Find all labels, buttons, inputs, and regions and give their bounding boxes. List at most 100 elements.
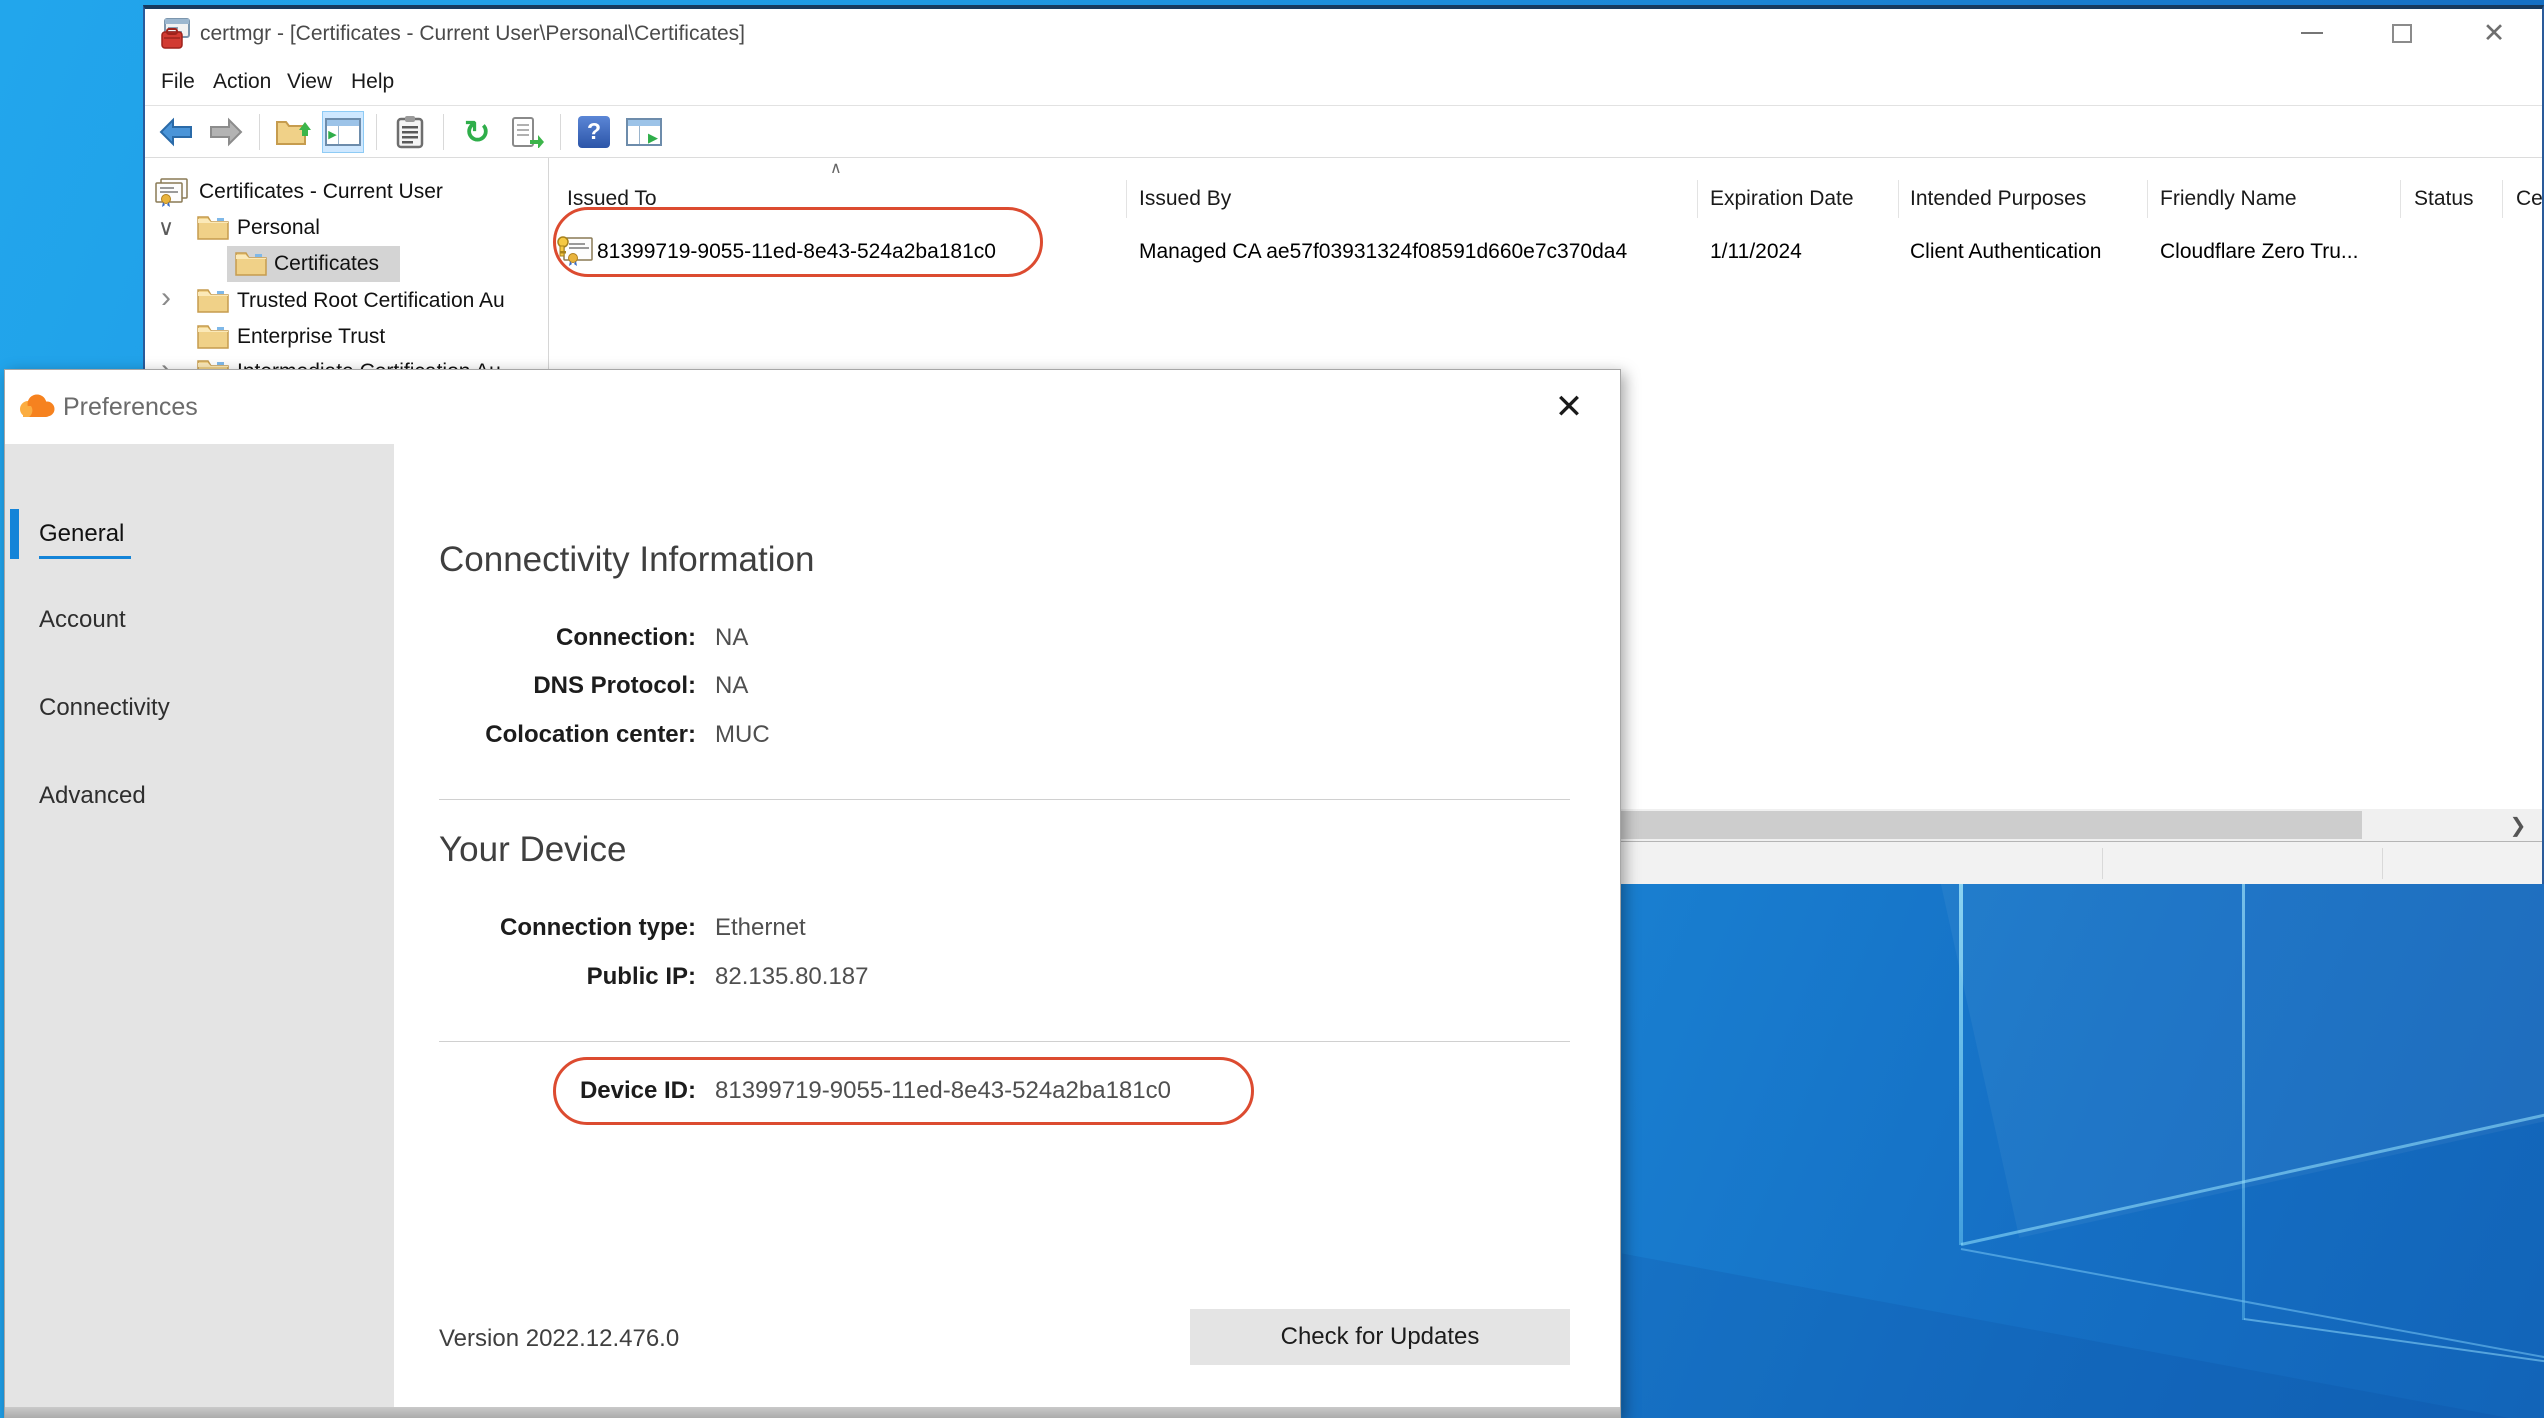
menu-help[interactable]: Help bbox=[345, 59, 400, 105]
certmgr-menubar: File Action View Help bbox=[145, 59, 2542, 106]
selected-tab-underline bbox=[39, 556, 131, 559]
toolbar-separator bbox=[443, 114, 444, 150]
folder-up-icon bbox=[275, 116, 311, 148]
column-separator[interactable] bbox=[2400, 180, 2401, 218]
menu-view[interactable]: View bbox=[281, 59, 338, 105]
tree-root-certificates-current-user[interactable]: Certificates - Current User bbox=[145, 174, 549, 210]
tree-item-label: Personal bbox=[237, 216, 320, 240]
column-separator[interactable] bbox=[1697, 180, 1698, 218]
chevron-right-icon[interactable]: › bbox=[153, 281, 179, 315]
back-arrow-icon bbox=[158, 117, 194, 147]
tree-item-trusted-root[interactable]: › Trusted Root Certification Au bbox=[145, 283, 549, 319]
toolbar-separator bbox=[259, 114, 260, 150]
cell-issued-by: Managed CA ae57f03931324f08591d660e7c370… bbox=[1139, 220, 1627, 284]
minimize-button[interactable] bbox=[2284, 9, 2340, 57]
wallpaper-shade bbox=[1907, 884, 2544, 1238]
section-divider bbox=[439, 1041, 1570, 1042]
certmgr-toolbar: ▶ ↻ bbox=[145, 106, 2542, 158]
tree-item-label: Certificates bbox=[274, 252, 379, 276]
close-icon: ✕ bbox=[2483, 20, 2506, 47]
check-for-updates-button[interactable]: Check for Updates bbox=[1190, 1309, 1570, 1365]
annotation-oval-issued-to bbox=[553, 207, 1043, 277]
column-header-intended-purposes[interactable]: Intended Purposes bbox=[1910, 178, 2086, 220]
certmgr-titlebar[interactable]: certmgr - [Certificates - Current User\P… bbox=[145, 9, 2542, 59]
close-icon: ✕ bbox=[1555, 387, 1584, 427]
column-separator[interactable] bbox=[1126, 180, 1127, 218]
maximize-button[interactable] bbox=[2374, 9, 2430, 57]
column-separator[interactable] bbox=[2502, 180, 2503, 218]
help-button[interactable]: ? bbox=[573, 111, 615, 153]
toolbar-separator bbox=[560, 114, 561, 150]
menu-file[interactable]: File bbox=[155, 59, 201, 105]
sidebar-item-advanced[interactable]: Advanced bbox=[39, 776, 359, 816]
wallpaper-shade bbox=[1622, 1250, 2544, 1418]
certificate-store-icon bbox=[153, 177, 191, 207]
tree-item-label: Trusted Root Certification Au bbox=[237, 289, 505, 313]
dialog-bottom-frame bbox=[5, 1407, 1620, 1418]
cell-expiration-date: 1/11/2024 bbox=[1710, 220, 1802, 284]
show-action-pane-button[interactable]: ▶ bbox=[623, 111, 665, 153]
preferences-title: Preferences bbox=[63, 370, 198, 444]
window-title: certmgr - [Certificates - Current User\P… bbox=[200, 9, 745, 59]
annotation-oval-device-id bbox=[553, 1057, 1254, 1125]
help-icon: ? bbox=[578, 116, 610, 148]
column-header-expiration-date[interactable]: Expiration Date bbox=[1710, 178, 1854, 220]
export-list-icon bbox=[510, 116, 544, 148]
statusbar-separator bbox=[2382, 848, 2383, 879]
minimize-icon bbox=[2301, 32, 2323, 34]
certmgr-app-icon bbox=[159, 17, 193, 51]
your-device-heading: Your Device bbox=[439, 830, 626, 870]
preferences-header: Preferences ✕ bbox=[5, 370, 1620, 444]
back-button[interactable] bbox=[155, 111, 197, 153]
refresh-icon: ↻ bbox=[464, 116, 491, 148]
statusbar-separator bbox=[2102, 848, 2103, 879]
up-one-level-button[interactable] bbox=[272, 111, 314, 153]
column-header-status[interactable]: Status bbox=[2414, 178, 2474, 220]
colocation-center-value: MUC bbox=[715, 718, 770, 752]
menu-action[interactable]: Action bbox=[207, 59, 277, 105]
tree-item-enterprise-trust[interactable]: › Enterprise Trust bbox=[145, 319, 549, 355]
tree-root-label: Certificates - Current User bbox=[199, 180, 443, 204]
dns-protocol-value: NA bbox=[715, 669, 748, 703]
forward-button[interactable] bbox=[205, 111, 247, 153]
tree-item-label: Enterprise Trust bbox=[237, 325, 385, 349]
refresh-button[interactable]: ↻ bbox=[456, 111, 498, 153]
paste-button[interactable] bbox=[389, 111, 431, 153]
scroll-right-icon: ❯ bbox=[2510, 813, 2527, 838]
desktop: certmgr - [Certificates - Current User\P… bbox=[0, 0, 2544, 1418]
preferences-close-button[interactable]: ✕ bbox=[1545, 383, 1593, 431]
dns-protocol-label: DNS Protocol: bbox=[439, 669, 696, 703]
toolbar-separator bbox=[376, 114, 377, 150]
clipboard-icon bbox=[396, 115, 424, 149]
public-ip-label: Public IP: bbox=[439, 960, 696, 994]
connection-type-value: Ethernet bbox=[715, 911, 806, 945]
chevron-down-icon[interactable]: ∨ bbox=[153, 215, 179, 241]
tree-item-certificates[interactable]: Certificates bbox=[145, 246, 549, 282]
folder-icon bbox=[197, 215, 229, 241]
cloudflare-logo-icon bbox=[17, 392, 57, 420]
cell-intended-purposes: Client Authentication bbox=[1910, 220, 2101, 284]
column-header-certificate[interactable]: Ce bbox=[2516, 178, 2542, 220]
sidebar-item-general[interactable]: General bbox=[39, 514, 359, 554]
export-list-button[interactable] bbox=[506, 111, 548, 153]
wallpaper-beam bbox=[2244, 1318, 2544, 1365]
scrollbar-right-arrow[interactable]: ❯ bbox=[2498, 809, 2538, 841]
sidebar-item-connectivity[interactable]: Connectivity bbox=[39, 688, 359, 728]
folder-icon bbox=[235, 251, 267, 277]
tree-item-personal[interactable]: ∨ Personal bbox=[145, 210, 549, 246]
forward-arrow-icon bbox=[208, 117, 244, 147]
column-header-issued-by[interactable]: Issued By bbox=[1139, 178, 1231, 220]
cell-friendly-name: Cloudflare Zero Tru... bbox=[2160, 220, 2358, 284]
close-button[interactable]: ✕ bbox=[2466, 9, 2522, 57]
preferences-dialog: Preferences ✕ General Account Connectivi… bbox=[4, 369, 1621, 1418]
column-separator[interactable] bbox=[2147, 180, 2148, 218]
wallpaper-art bbox=[1622, 884, 2544, 1418]
column-header-friendly-name[interactable]: Friendly Name bbox=[2160, 178, 2297, 220]
sidebar-item-account[interactable]: Account bbox=[39, 600, 359, 640]
column-separator[interactable] bbox=[1898, 180, 1899, 218]
show-console-tree-button[interactable]: ▶ bbox=[322, 111, 364, 153]
connection-label: Connection: bbox=[439, 621, 696, 655]
folder-icon bbox=[197, 324, 229, 350]
connectivity-information-heading: Connectivity Information bbox=[439, 540, 814, 580]
version-text: Version 2022.12.476.0 bbox=[439, 1322, 679, 1356]
